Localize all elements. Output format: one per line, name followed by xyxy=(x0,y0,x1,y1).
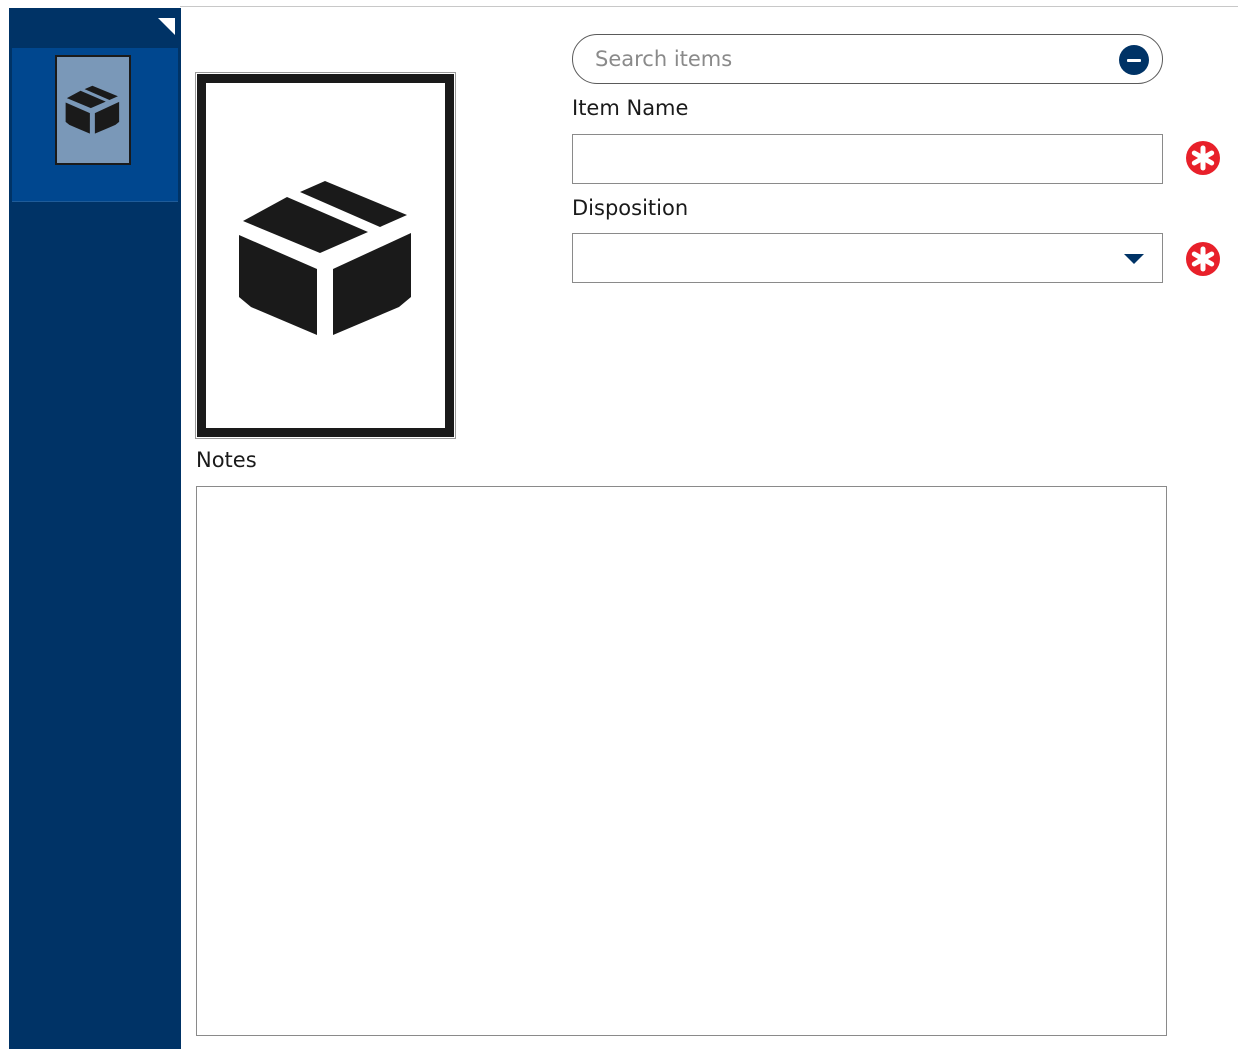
required-asterisk-icon xyxy=(1186,141,1220,175)
sidebar-item-thumbnail xyxy=(55,55,131,165)
required-asterisk-icon xyxy=(1186,242,1220,276)
minus-circle-icon[interactable] xyxy=(1119,45,1149,75)
corner-triangle-icon[interactable] xyxy=(158,18,175,35)
sidebar-header xyxy=(9,8,181,48)
search-input[interactable] xyxy=(595,43,1095,75)
item-name-field[interactable] xyxy=(572,134,1163,184)
notes-label: Notes xyxy=(196,448,257,472)
notes-textarea[interactable] xyxy=(196,486,1167,1036)
package-box-icon xyxy=(65,85,120,134)
package-box-icon xyxy=(239,181,411,335)
sidebar-item-package[interactable] xyxy=(12,48,178,202)
disposition-dropdown[interactable] xyxy=(572,233,1163,283)
item-name-label: Item Name xyxy=(572,96,689,120)
chevron-down-icon[interactable] xyxy=(1124,254,1144,264)
sidebar xyxy=(9,8,181,1049)
search-box xyxy=(572,34,1163,84)
item-image-frame[interactable] xyxy=(195,72,456,439)
top-divider xyxy=(180,6,1238,7)
disposition-label: Disposition xyxy=(572,196,689,220)
